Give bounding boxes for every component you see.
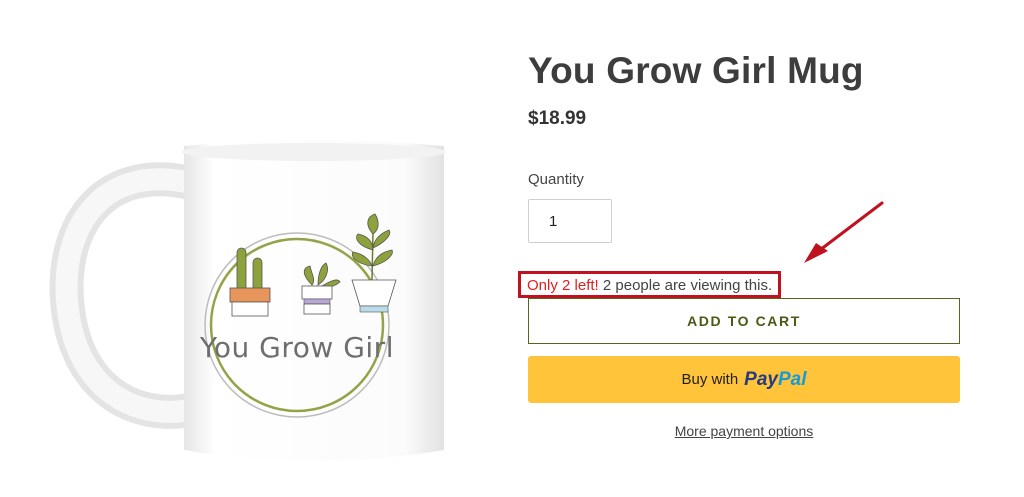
mug-caption: You Grow Girl <box>199 331 394 364</box>
paypal-prefix: Buy with <box>681 371 739 388</box>
red-arrow-icon <box>804 201 884 263</box>
product-title: You Grow Girl Mug <box>528 50 864 91</box>
add-to-cart-button[interactable]: ADD TO CART <box>528 298 960 344</box>
product-image: You Grow Girl <box>40 120 490 490</box>
quantity-label: Quantity <box>528 171 584 188</box>
mug-illustration: You Grow Girl <box>49 140 446 461</box>
more-payment-options-link[interactable]: More payment options <box>528 423 960 439</box>
viewers-count-text: 2 people are viewing this. <box>602 277 773 294</box>
paypal-logo-icon: PayPal <box>744 368 807 390</box>
stock-notice: Only 2 left! 2 people are viewing this. <box>518 271 782 298</box>
product-price: $18.99 <box>528 108 587 129</box>
paypal-button[interactable]: Buy with PayPal <box>528 356 960 403</box>
stock-urgency-text: Only 2 left! <box>527 277 599 294</box>
quantity-input[interactable] <box>528 199 612 243</box>
